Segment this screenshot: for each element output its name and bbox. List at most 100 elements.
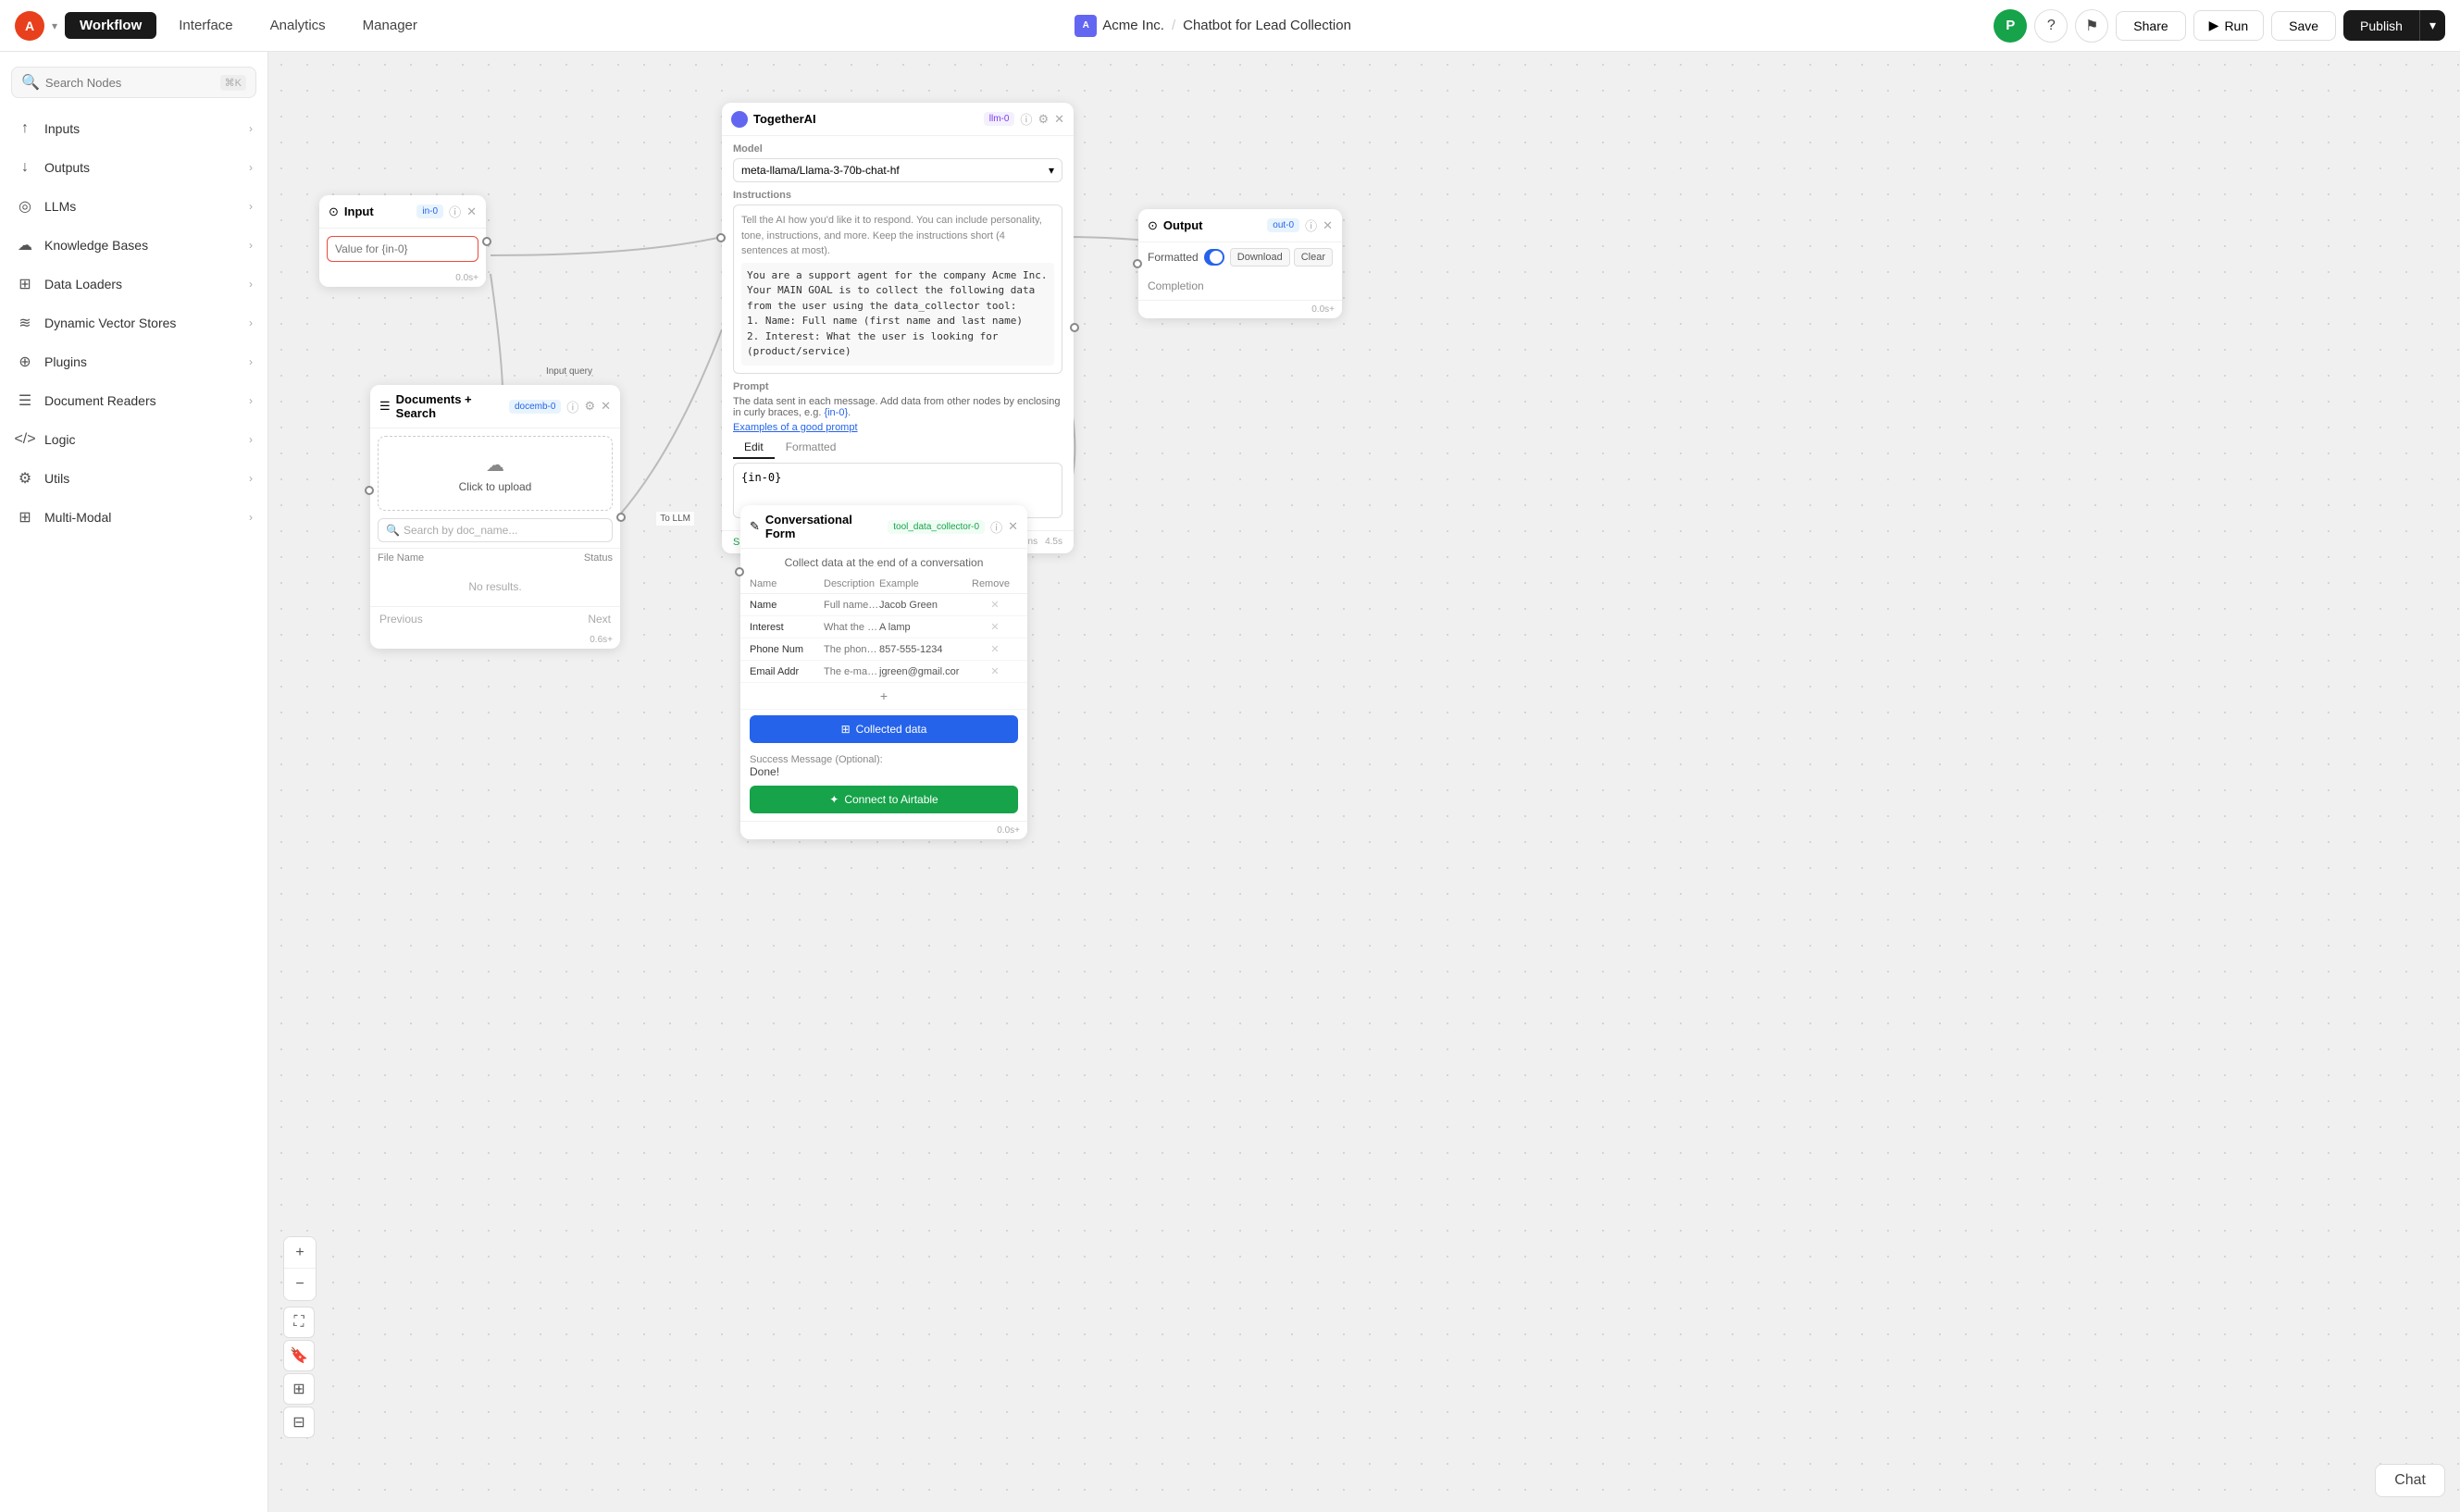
input-info-icon[interactable]: ⓘ <box>449 203 461 220</box>
sidebar-label-inputs: Inputs <box>44 121 249 136</box>
row-3-remove[interactable]: ✕ <box>972 665 1018 677</box>
logo-icon: A <box>15 11 44 41</box>
row-0-remove[interactable]: ✕ <box>972 599 1018 611</box>
row-1-remove[interactable]: ✕ <box>972 621 1018 633</box>
zoom-in-btn[interactable]: + <box>284 1237 316 1269</box>
docs-node-header: ☰ Documents + Search docemb-0 ⓘ ⚙ ✕ <box>370 385 620 428</box>
together-info-icon[interactable]: ⓘ <box>1020 110 1032 128</box>
tab-analytics[interactable]: Analytics <box>255 12 341 39</box>
upload-icon: ☁ <box>395 453 595 477</box>
output-clear-btn[interactable]: Clear <box>1294 248 1333 266</box>
sidebar-item-dynamic-vector-stores[interactable]: ≋ Dynamic Vector Stores › <box>0 304 267 342</box>
input-node-header: ⊙ Input in-0 ⓘ ✕ <box>319 195 486 229</box>
save-button[interactable]: Save <box>2271 11 2336 41</box>
avatar-button[interactable]: P <box>1994 9 2027 43</box>
sidebar-label-llms: LLMs <box>44 199 249 214</box>
airtable-btn[interactable]: ✦ Connect to Airtable <box>750 786 1018 813</box>
flag-button[interactable]: ⚑ <box>2075 9 2108 43</box>
help-button[interactable]: ? <box>2034 9 2068 43</box>
conv-node-header: ✎ Conversational Form tool_data_collecto… <box>740 505 1027 549</box>
docs-upload-area[interactable]: ☁ Click to upload <box>378 436 613 511</box>
output-footer-meta: 0.0s+ <box>1311 304 1335 315</box>
row-1-desc: What the user i <box>824 622 879 633</box>
prompt-tab-formatted[interactable]: Formatted <box>775 437 848 459</box>
prompt-link[interactable]: Examples of a good prompt <box>733 422 858 433</box>
sidebar-item-document-readers[interactable]: ☰ Document Readers › <box>0 381 267 420</box>
docs-prev-btn[interactable]: Previous <box>379 613 423 626</box>
sidebar-item-multi-modal[interactable]: ⊞ Multi-Modal › <box>0 498 267 537</box>
output-download-btn[interactable]: Download <box>1230 248 1290 266</box>
sidebar-item-inputs[interactable]: ↑ Inputs › <box>0 109 267 148</box>
input-node: ⊙ Input in-0 ⓘ ✕ 0.0s+ <box>319 195 486 287</box>
output-formatted-toggle[interactable] <box>1204 249 1224 266</box>
docs-settings-icon[interactable]: ⚙ <box>584 399 595 414</box>
model-chevron: ▾ <box>1049 164 1054 177</box>
row-2-example: 857-555-1234 <box>879 644 972 655</box>
sidebar-item-knowledge-bases[interactable]: ☁ Knowledge Bases › <box>0 226 267 265</box>
sidebar-item-logic[interactable]: </> Logic › <box>0 420 267 459</box>
zoom-controls: + − <box>283 1236 317 1301</box>
grid-btn[interactable]: ⊞ <box>283 1373 315 1405</box>
docs-node-footer: 0.6s+ <box>370 631 620 649</box>
input-close-icon[interactable]: ✕ <box>466 204 477 219</box>
tab-interface[interactable]: Interface <box>164 12 247 39</box>
sidebar-item-llms[interactable]: ◎ LLMs › <box>0 187 267 226</box>
docs-search-placeholder: Search by doc_name... <box>404 524 517 537</box>
collected-data-icon: ⊞ <box>841 723 851 736</box>
zoom-out-btn[interactable]: − <box>284 1269 316 1300</box>
tab-manager[interactable]: Manager <box>348 12 432 39</box>
canvas[interactable]: ⊙ Input in-0 ⓘ ✕ 0.0s+ ☰ Documents + Sea… <box>268 52 2460 1512</box>
bookmark-btn[interactable]: 🔖 <box>283 1340 315 1371</box>
sidebar-item-utils[interactable]: ⚙ Utils › <box>0 459 267 498</box>
publish-button[interactable]: Publish ▾ <box>2343 10 2445 41</box>
model-value: meta-llama/Llama-3-70b-chat-hf <box>741 164 900 177</box>
docs-next-btn[interactable]: Next <box>588 613 611 626</box>
output-close-icon[interactable]: ✕ <box>1323 218 1333 233</box>
table-row: Phone Num The phone num 857-555-1234 ✕ <box>740 638 1027 661</box>
row-2-remove[interactable]: ✕ <box>972 643 1018 655</box>
together-node-title: TogetherAI <box>753 112 978 126</box>
conv-close-icon[interactable]: ✕ <box>1008 519 1018 534</box>
sidebar-label-knowledge-bases: Knowledge Bases <box>44 238 249 253</box>
conv-info-icon[interactable]: ⓘ <box>990 518 1002 536</box>
sidebar-label-data-loaders: Data Loaders <box>44 277 249 291</box>
input-output-connector <box>482 237 491 246</box>
docs-node: ☰ Documents + Search docemb-0 ⓘ ⚙ ✕ ☁ Cl… <box>370 385 620 649</box>
docs-search-bar[interactable]: 🔍 Search by doc_name... <box>378 518 613 542</box>
docs-info-icon[interactable]: ⓘ <box>566 398 578 415</box>
together-output-connector <box>1070 323 1079 332</box>
search-input[interactable] <box>45 76 215 90</box>
docs-empty-state: No results. <box>370 567 620 606</box>
together-settings-icon[interactable]: ⚙ <box>1037 112 1049 127</box>
sidebar-item-plugins[interactable]: ⊕ Plugins › <box>0 342 267 381</box>
conv-col-name: Name <box>750 578 824 589</box>
project-name: Chatbot for Lead Collection <box>1183 18 1351 33</box>
utils-icon: ⚙ <box>15 468 35 489</box>
success-msg-label: Success Message (Optional): <box>750 754 883 765</box>
run-button[interactable]: ▶ Run <box>2193 10 2264 41</box>
add-row-btn[interactable]: + <box>740 683 1027 710</box>
prompt-tab-edit[interactable]: Edit <box>733 437 775 459</box>
output-info-icon[interactable]: ⓘ <box>1305 217 1317 234</box>
sidebar-item-outputs[interactable]: ↓ Outputs › <box>0 148 267 187</box>
input-value-field[interactable] <box>327 236 478 262</box>
chat-label[interactable]: Chat <box>2375 1464 2445 1497</box>
map-btn[interactable]: ⊟ <box>283 1407 315 1438</box>
together-close-icon[interactable]: ✕ <box>1054 112 1064 127</box>
logo-chevron[interactable]: ▾ <box>52 19 57 32</box>
docs-close-icon[interactable]: ✕ <box>601 399 611 414</box>
sidebar-item-data-loaders[interactable]: ⊞ Data Loaders › <box>0 265 267 304</box>
company-icon: A <box>1075 15 1097 37</box>
tab-workflow[interactable]: Workflow <box>65 12 156 39</box>
instructions-box[interactable]: Tell the AI how you'd like it to respond… <box>733 204 1062 374</box>
collected-data-btn[interactable]: ⊞ Collected data <box>750 715 1018 743</box>
table-row: Email Addr The e-mail of th jgreen@gmail… <box>740 661 1027 683</box>
share-button[interactable]: Share <box>2116 11 2185 41</box>
model-select[interactable]: meta-llama/Llama-3-70b-chat-hf ▾ <box>733 158 1062 182</box>
outputs-icon: ↓ <box>15 157 35 178</box>
instructions-value[interactable]: You are a support agent for the company … <box>741 263 1054 366</box>
nav-actions: P ? ⚑ Share ▶ Run Save Publish ▾ <box>1994 9 2445 43</box>
input-node-icon: ⊙ <box>329 204 339 219</box>
docs-icon: ☰ <box>379 399 391 414</box>
fit-view-btn[interactable]: ⛶ <box>283 1307 315 1338</box>
